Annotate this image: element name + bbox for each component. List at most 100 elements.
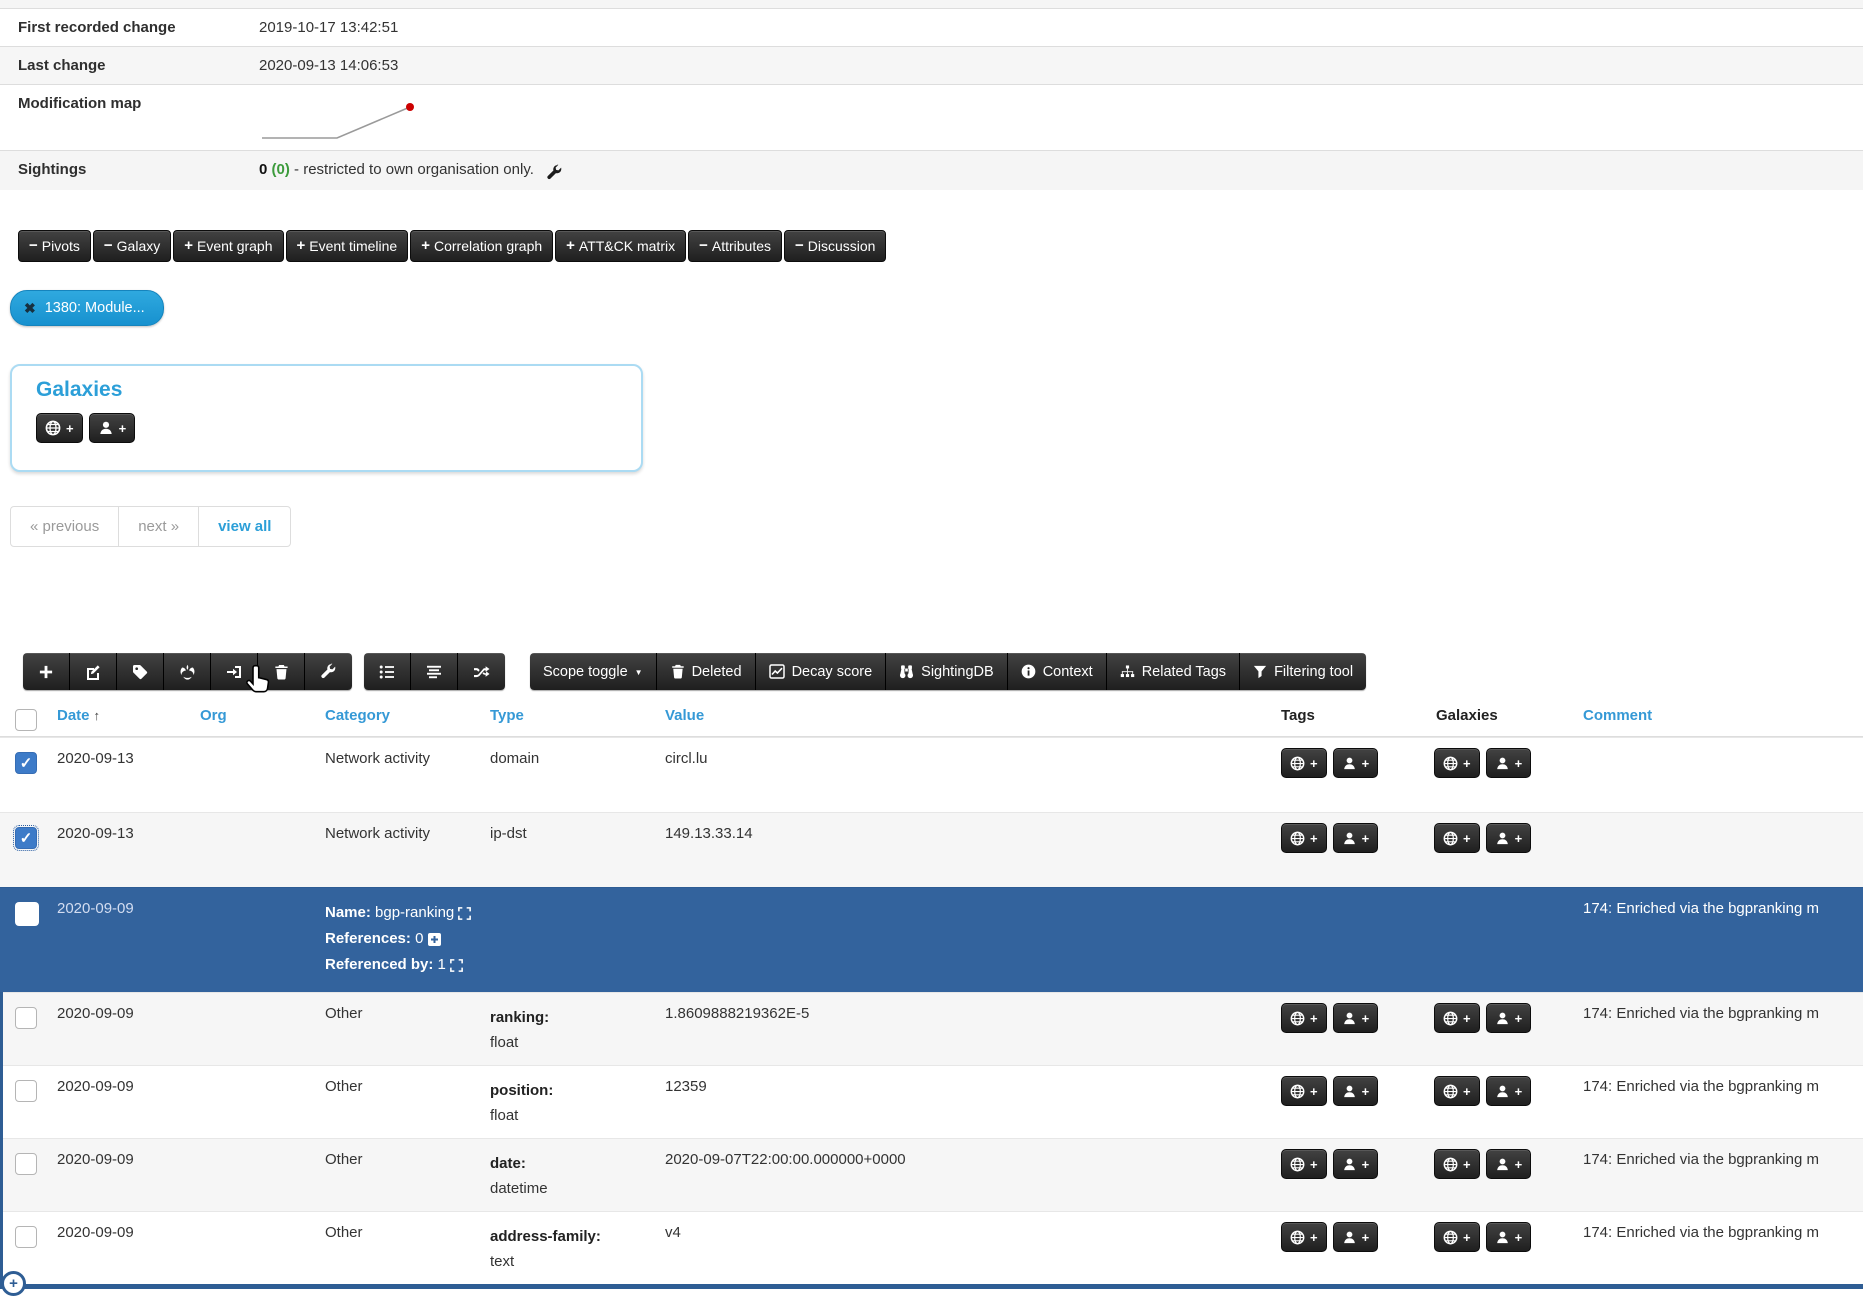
add-global-galaxy-button[interactable]: +	[1434, 748, 1480, 778]
tab-event-timeline[interactable]: +Event timeline	[286, 230, 409, 262]
mass-edit-wrench-button[interactable]	[305, 653, 352, 690]
binoculars-icon	[899, 664, 914, 679]
populate-from-template-button[interactable]	[211, 653, 258, 690]
cell-value[interactable]: 2020-09-07T22:00:00.000000+0000	[655, 1139, 1273, 1211]
tab-galaxy[interactable]: −Galaxy	[93, 230, 171, 262]
row-checkbox[interactable]	[15, 1153, 37, 1175]
add-local-tag-button[interactable]: +	[1333, 1222, 1379, 1252]
related-tags-button[interactable]: Related Tags	[1107, 653, 1240, 690]
tab-event-graph[interactable]: +Event graph	[173, 230, 283, 262]
expand-object-group-button[interactable]: +	[1, 1271, 26, 1296]
show-deleted-button[interactable]: Deleted	[657, 653, 756, 690]
cell-comment: 174: Enriched via the bgpranking m	[1573, 1139, 1863, 1211]
add-global-galaxy-button[interactable]: +	[1434, 1003, 1480, 1033]
add-global-tag-button[interactable]: +	[1281, 748, 1327, 778]
cell-value[interactable]: 12359	[655, 1066, 1273, 1138]
add-local-tag-button[interactable]: +	[1333, 1149, 1379, 1179]
add-local-tag-button[interactable]: +	[1333, 748, 1379, 778]
cell-value[interactable]: v4	[655, 1212, 1273, 1284]
column-header-org[interactable]: Org	[190, 695, 315, 736]
column-header-value[interactable]: Value	[655, 695, 1273, 736]
shuffle-view-button[interactable]	[458, 653, 505, 690]
add-global-tag-button[interactable]: +	[1281, 1222, 1327, 1252]
cell-org	[190, 1212, 315, 1284]
pivot-pill[interactable]: ✖ 1380: Module...	[10, 290, 164, 326]
sightings-advanced-wrench-icon[interactable]	[546, 164, 563, 181]
tab-correlation-graph[interactable]: +Correlation graph	[410, 230, 553, 262]
trash-icon	[670, 664, 685, 679]
add-local-galaxy-button[interactable]: +	[89, 413, 136, 443]
plus-icon: +	[184, 237, 193, 254]
add-global-tag-button[interactable]: +	[1281, 1076, 1327, 1106]
column-header-comment[interactable]: Comment	[1573, 695, 1863, 736]
previous-page-button[interactable]: « previous	[11, 507, 118, 546]
add-local-tag-button[interactable]: +	[1333, 1076, 1379, 1106]
add-local-galaxy-button[interactable]: +	[1486, 1149, 1532, 1179]
next-page-button[interactable]: next »	[118, 507, 198, 546]
row-checkbox[interactable]	[15, 1080, 37, 1102]
wrench-icon	[320, 663, 337, 680]
expand-referenced-by-icon[interactable]	[450, 959, 463, 972]
cell-date: 2020-09-09	[47, 1212, 190, 1284]
column-header-type[interactable]: Type	[480, 695, 655, 736]
add-galaxy-button[interactable]	[164, 653, 211, 690]
object-references-label: References:	[325, 930, 411, 947]
column-header-galaxies: Galaxies	[1426, 695, 1573, 736]
minus-icon: −	[29, 237, 38, 254]
filtering-tool-button[interactable]: Filtering tool	[1240, 653, 1366, 690]
row-checkbox[interactable]	[15, 1007, 37, 1029]
add-local-galaxy-button[interactable]: +	[1486, 823, 1532, 853]
tab-attack-matrix[interactable]: +ATT&CK matrix	[555, 230, 686, 262]
add-global-galaxy-button[interactable]: +	[1434, 823, 1480, 853]
select-all-checkbox[interactable]	[15, 709, 37, 731]
add-local-galaxy-button[interactable]: +	[1486, 748, 1532, 778]
column-header-category[interactable]: Category	[315, 695, 480, 736]
close-icon[interactable]: ✖	[24, 300, 36, 317]
add-reference-icon[interactable]	[428, 933, 441, 946]
tab-discussion[interactable]: −Discussion	[784, 230, 886, 262]
add-local-galaxy-button[interactable]: +	[1486, 1076, 1532, 1106]
decay-score-button[interactable]: Decay score	[756, 653, 887, 690]
add-global-tag-button[interactable]: +	[1281, 823, 1327, 853]
add-global-galaxy-button[interactable]: +	[36, 413, 83, 443]
add-global-galaxy-button[interactable]: +	[1434, 1149, 1480, 1179]
row-checkbox[interactable]: ✓	[15, 752, 37, 774]
expand-object-icon[interactable]	[458, 907, 471, 920]
cell-category: Other	[315, 1139, 480, 1211]
scope-toggle-dropdown[interactable]: Scope toggle ▼	[530, 653, 657, 690]
row-checkbox[interactable]	[15, 902, 39, 926]
add-local-galaxy-button[interactable]: +	[1486, 1003, 1532, 1033]
info-row-last-change: Last change 2020-09-13 14:06:53	[0, 46, 1863, 84]
cell-value[interactable]: 1.8609888219362E-5	[655, 993, 1273, 1065]
add-local-galaxy-button[interactable]: +	[1486, 1222, 1532, 1252]
add-global-tag-button[interactable]: +	[1281, 1149, 1327, 1179]
add-attribute-button[interactable]	[23, 653, 70, 690]
add-global-galaxy-button[interactable]: +	[1434, 1076, 1480, 1106]
list-view-button[interactable]	[364, 653, 411, 690]
add-local-tag-button[interactable]: +	[1333, 823, 1379, 853]
plus-icon: +	[66, 421, 74, 436]
cell-value[interactable]: 149.13.33.14	[655, 813, 1273, 887]
context-button[interactable]: Context	[1008, 653, 1107, 690]
pagination: « previous next » view all	[10, 506, 291, 547]
plus-icon: +	[119, 421, 127, 436]
cell-value[interactable]: circl.lu	[655, 738, 1273, 812]
row-checkbox[interactable]: ✓	[15, 827, 37, 849]
cell-category: Other	[315, 993, 480, 1065]
delete-selected-button[interactable]	[258, 653, 305, 690]
add-global-tag-button[interactable]: +	[1281, 1003, 1327, 1033]
add-global-galaxy-button[interactable]: +	[1434, 1222, 1480, 1252]
sightingdb-button[interactable]: SightingDB	[886, 653, 1008, 690]
tab-attributes[interactable]: −Attributes	[688, 230, 782, 262]
row-checkbox[interactable]	[15, 1226, 37, 1248]
column-header-date[interactable]: Date↑	[47, 695, 190, 736]
user-icon	[1495, 1157, 1510, 1172]
view-all-button[interactable]: view all	[198, 507, 290, 546]
attributes-table: Date↑ Org Category Type Value Tags Galax…	[0, 695, 1863, 1284]
add-tag-button[interactable]	[117, 653, 164, 690]
edit-attributes-button[interactable]	[70, 653, 117, 690]
object-summary: Name: bgp-ranking References: 0 Referenc…	[315, 888, 1273, 992]
add-local-tag-button[interactable]: +	[1333, 1003, 1379, 1033]
tab-pivots[interactable]: −Pivots	[18, 230, 91, 262]
condensed-view-button[interactable]	[411, 653, 458, 690]
